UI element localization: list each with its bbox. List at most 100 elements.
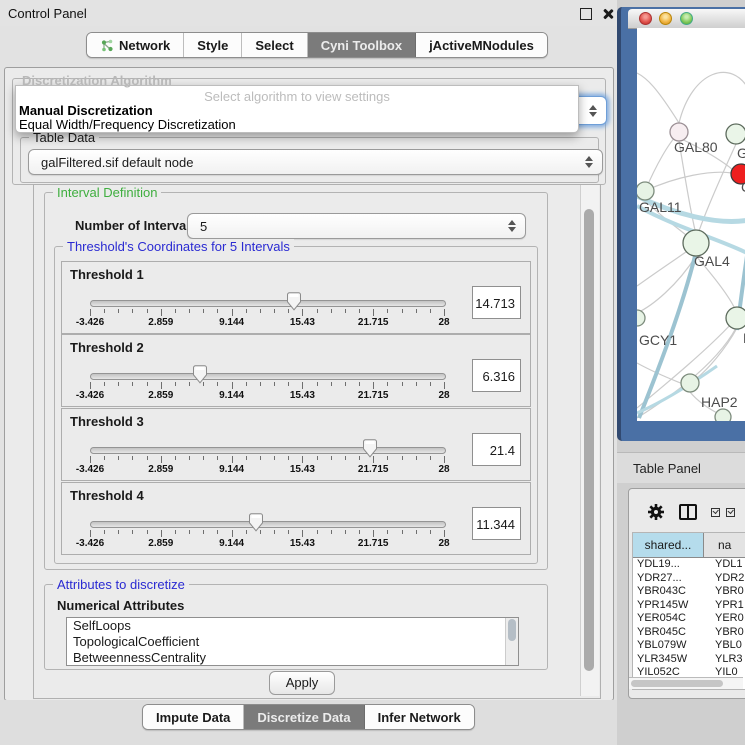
cell-name[interactable]: YPR1 (708, 599, 745, 613)
table-row[interactable]: YDL19...YDL1 (633, 558, 745, 572)
table-header-shared-name[interactable]: shared... (633, 533, 704, 557)
threshold-label: Threshold 4 (70, 488, 144, 503)
slider-tick (359, 530, 360, 534)
slider-tick-label: 9.144 (219, 390, 244, 401)
scrollbar-thumb[interactable] (508, 619, 516, 641)
tab-impute-data[interactable]: Impute Data (143, 705, 244, 729)
slider-tick (232, 456, 233, 463)
threshold-value-field[interactable]: 11.344 (472, 507, 521, 540)
number-of-intervals-combobox[interactable]: 5 (187, 213, 526, 239)
cell-shared-name[interactable]: YBR043C (633, 585, 708, 599)
threshold-slider-track[interactable] (90, 447, 446, 454)
network-node[interactable] (715, 409, 731, 421)
tab-discretize-data[interactable]: Discretize Data (244, 705, 364, 729)
table-row[interactable]: YBR045CYBR0 (633, 626, 745, 640)
slider-thumb-icon[interactable] (193, 365, 207, 384)
apply-button[interactable]: Apply (269, 671, 335, 695)
threshold-value-field[interactable]: 14.713 (472, 286, 521, 319)
tab-jactivemnodules[interactable]: jActiveMNodules (416, 33, 547, 57)
network-node[interactable] (726, 124, 745, 144)
scrollbar-thumb[interactable] (631, 680, 723, 687)
table-row[interactable]: YLR345WYLR3 (633, 653, 745, 667)
network-edge[interactable] (679, 72, 745, 123)
slider-tick (147, 456, 148, 460)
slider-tick-label: 15.43 (290, 317, 315, 328)
tab-select[interactable]: Select (242, 33, 307, 57)
tab-network[interactable]: Network (87, 33, 184, 57)
network-edge[interactable] (637, 73, 679, 123)
threshold-slider-track[interactable] (90, 300, 446, 307)
zoom-traffic-light-icon[interactable] (680, 12, 693, 25)
network-canvas[interactable]: GAL80GACGAL11GAL4GCY1HHAP2 (637, 28, 745, 421)
attribute-list-item[interactable]: SelfLoops (67, 618, 518, 634)
slider-thumb-icon[interactable] (249, 513, 263, 532)
slider-tick (147, 530, 148, 534)
slider-tick (274, 309, 275, 313)
tab-infer-network[interactable]: Infer Network (365, 705, 474, 729)
tab-style[interactable]: Style (184, 33, 242, 57)
cell-shared-name[interactable]: YPR145W (633, 599, 708, 613)
minimize-traffic-light-icon[interactable] (659, 12, 672, 25)
scrollbar-thumb[interactable] (584, 209, 594, 671)
table-header-name[interactable]: na (704, 533, 745, 557)
threshold-value-field[interactable]: 6.316 (472, 359, 521, 392)
tab-label: Cyni Toolbox (321, 38, 402, 53)
list-vertical-scrollbar[interactable] (505, 618, 518, 665)
close-icon[interactable] (601, 7, 614, 20)
cell-shared-name[interactable]: YLR345W (633, 653, 708, 667)
attribute-list-item[interactable]: TopologicalCoefficient (67, 634, 518, 650)
cell-shared-name[interactable]: YER054C (633, 612, 708, 626)
table-row[interactable]: YBR043CYBR0 (633, 585, 745, 599)
tab-cyni-toolbox[interactable]: Cyni Toolbox (308, 33, 416, 57)
threshold-value-field[interactable]: 21.4 (472, 433, 521, 466)
cell-shared-name[interactable]: YDR27... (633, 572, 708, 586)
slider-thumb-icon[interactable] (287, 292, 301, 311)
attribute-list-item[interactable]: BetweennessCentrality (67, 650, 518, 666)
slider-tick (345, 309, 346, 313)
network-edge[interactable] (637, 247, 693, 286)
slider-tick (416, 309, 417, 313)
checkbox-icon[interactable] (711, 508, 720, 517)
table-horizontal-scrollbar[interactable] (629, 677, 743, 689)
network-node[interactable] (637, 182, 654, 200)
settings-vertical-scrollbar[interactable] (580, 185, 599, 696)
columns-icon[interactable] (679, 504, 697, 520)
cell-name[interactable]: YER0 (708, 612, 745, 626)
table-row[interactable]: YDR27...YDR2 (633, 572, 745, 586)
popup-option-manual-discretization[interactable]: Manual Discretization (19, 103, 153, 118)
table-row[interactable]: YBL079WYBL0 (633, 639, 745, 653)
slider-tick (359, 309, 360, 313)
slider-tick (203, 309, 204, 313)
float-window-icon[interactable] (580, 8, 592, 20)
network-edge[interactable] (645, 135, 677, 191)
slider-thumb-icon[interactable] (363, 439, 377, 458)
network-node[interactable] (726, 307, 745, 329)
table-row[interactable]: YPR145WYPR1 (633, 599, 745, 613)
cell-name[interactable]: YBR0 (708, 626, 745, 640)
slider-tick (331, 309, 332, 313)
node-attribute-table[interactable]: shared... na YDL19...YDL1YDR27...YDR2YBR… (632, 532, 745, 690)
gear-icon[interactable] (647, 503, 665, 521)
close-traffic-light-icon[interactable] (639, 12, 652, 25)
cell-name[interactable]: YBR0 (708, 585, 745, 599)
cell-name[interactable]: YBL0 (708, 639, 745, 653)
slider-tick (90, 456, 91, 463)
slider-tick (260, 456, 261, 460)
cell-name[interactable]: YDL1 (708, 558, 745, 572)
threshold-slider-track[interactable] (90, 373, 446, 380)
network-node[interactable] (681, 374, 699, 392)
cell-name[interactable]: YLR3 (708, 653, 745, 667)
popup-option-equal-width-frequency[interactable]: Equal Width/Frequency Discretization (19, 117, 236, 132)
slider-tick (416, 530, 417, 534)
numerical-attributes-list[interactable]: SelfLoopsTopologicalCoefficientBetweenne… (66, 617, 519, 666)
network-node[interactable] (637, 310, 645, 326)
table-row[interactable]: YER054CYER0 (633, 612, 745, 626)
checkbox-icon[interactable] (726, 508, 735, 517)
cell-shared-name[interactable]: YBL079W (633, 639, 708, 653)
cell-name[interactable]: YDR2 (708, 572, 745, 586)
threshold-slider-track[interactable] (90, 521, 446, 528)
table-data-combobox[interactable]: galFiltered.sif default node (28, 149, 603, 175)
network-window-titlebar[interactable] (628, 9, 745, 29)
cell-shared-name[interactable]: YDL19... (633, 558, 708, 572)
cell-shared-name[interactable]: YBR045C (633, 626, 708, 640)
